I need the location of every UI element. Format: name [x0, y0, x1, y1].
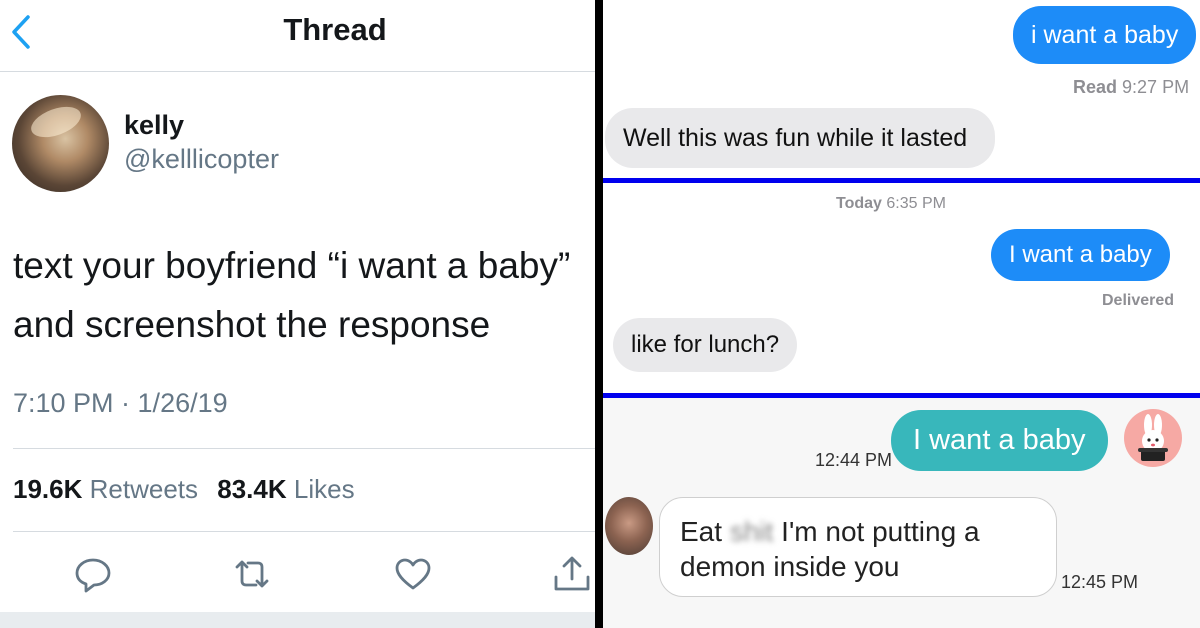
- read-label: Read: [1073, 77, 1118, 97]
- date-stamp: Today 6:35 PM: [836, 195, 946, 213]
- reply-icon: [75, 558, 111, 593]
- thread-header: Thread: [0, 0, 595, 72]
- tweet-timestamp[interactable]: 7:10 PM · 1/26/19: [13, 388, 228, 419]
- share-icon: [554, 556, 590, 591]
- bunny-avatar[interactable]: [1124, 409, 1182, 467]
- tweet-text-line: text your boyfriend “i want a baby”: [13, 245, 571, 286]
- retweets-count[interactable]: 19.6K: [13, 474, 82, 504]
- divider: [13, 448, 595, 449]
- censored-word: shit: [729, 516, 774, 547]
- tweet-text-line: and screenshot the response: [13, 304, 491, 345]
- received-message-bubble: like for lunch?: [613, 318, 798, 372]
- received-message-bubble: Well this was fun while it lasted: [605, 108, 996, 168]
- date-time: 6:35 PM: [886, 195, 946, 212]
- sent-time: 12:44 PM: [815, 450, 893, 470]
- received-message-bubble: Eat shit I'm not putting a demon inside …: [659, 497, 1057, 597]
- likes-count[interactable]: 83.4K: [217, 474, 286, 504]
- like-button[interactable]: [392, 553, 434, 595]
- like-icon: [395, 558, 431, 590]
- bottom-bar: [0, 612, 595, 628]
- retweet-icon: [235, 560, 269, 588]
- author-name[interactable]: kelly: [124, 110, 184, 141]
- avatar[interactable]: [12, 95, 109, 192]
- tweet-panel: Thread kelly @kelllicopter text your boy…: [0, 0, 595, 628]
- chat-collage: i want a baby Read 9:27 PM Well this was…: [603, 0, 1200, 628]
- message-text: Eat: [680, 516, 723, 547]
- reply-button[interactable]: [72, 553, 114, 595]
- contact-avatar[interactable]: [605, 497, 653, 555]
- sent-message-bubble: i want a baby: [1013, 6, 1197, 64]
- bunny-icon: [1138, 414, 1168, 461]
- retweet-button[interactable]: [231, 553, 273, 595]
- date-label: Today: [836, 195, 882, 212]
- divider: [13, 531, 595, 532]
- delivered-status: Delivered: [1102, 292, 1175, 309]
- tweet-text: text your boyfriend “i want a baby” and …: [13, 236, 593, 354]
- author-handle[interactable]: @kelllicopter: [124, 144, 279, 175]
- retweets-label[interactable]: Retweets: [90, 474, 198, 504]
- share-button[interactable]: [551, 553, 593, 595]
- read-receipt: Read 9:27 PM: [1073, 77, 1189, 98]
- sent-message-bubble: I want a baby: [991, 229, 1170, 281]
- received-time: 12:45 PM: [1061, 572, 1139, 592]
- message-text: I'm not putting a demon inside you: [680, 516, 980, 582]
- read-time: 9:27 PM: [1122, 77, 1190, 97]
- sent-message-bubble: I want a baby: [891, 410, 1108, 471]
- tweet-stats: 19.6K Retweets 83.4K Likes: [13, 474, 355, 505]
- page-title: Thread: [283, 12, 387, 47]
- likes-label[interactable]: Likes: [294, 474, 355, 504]
